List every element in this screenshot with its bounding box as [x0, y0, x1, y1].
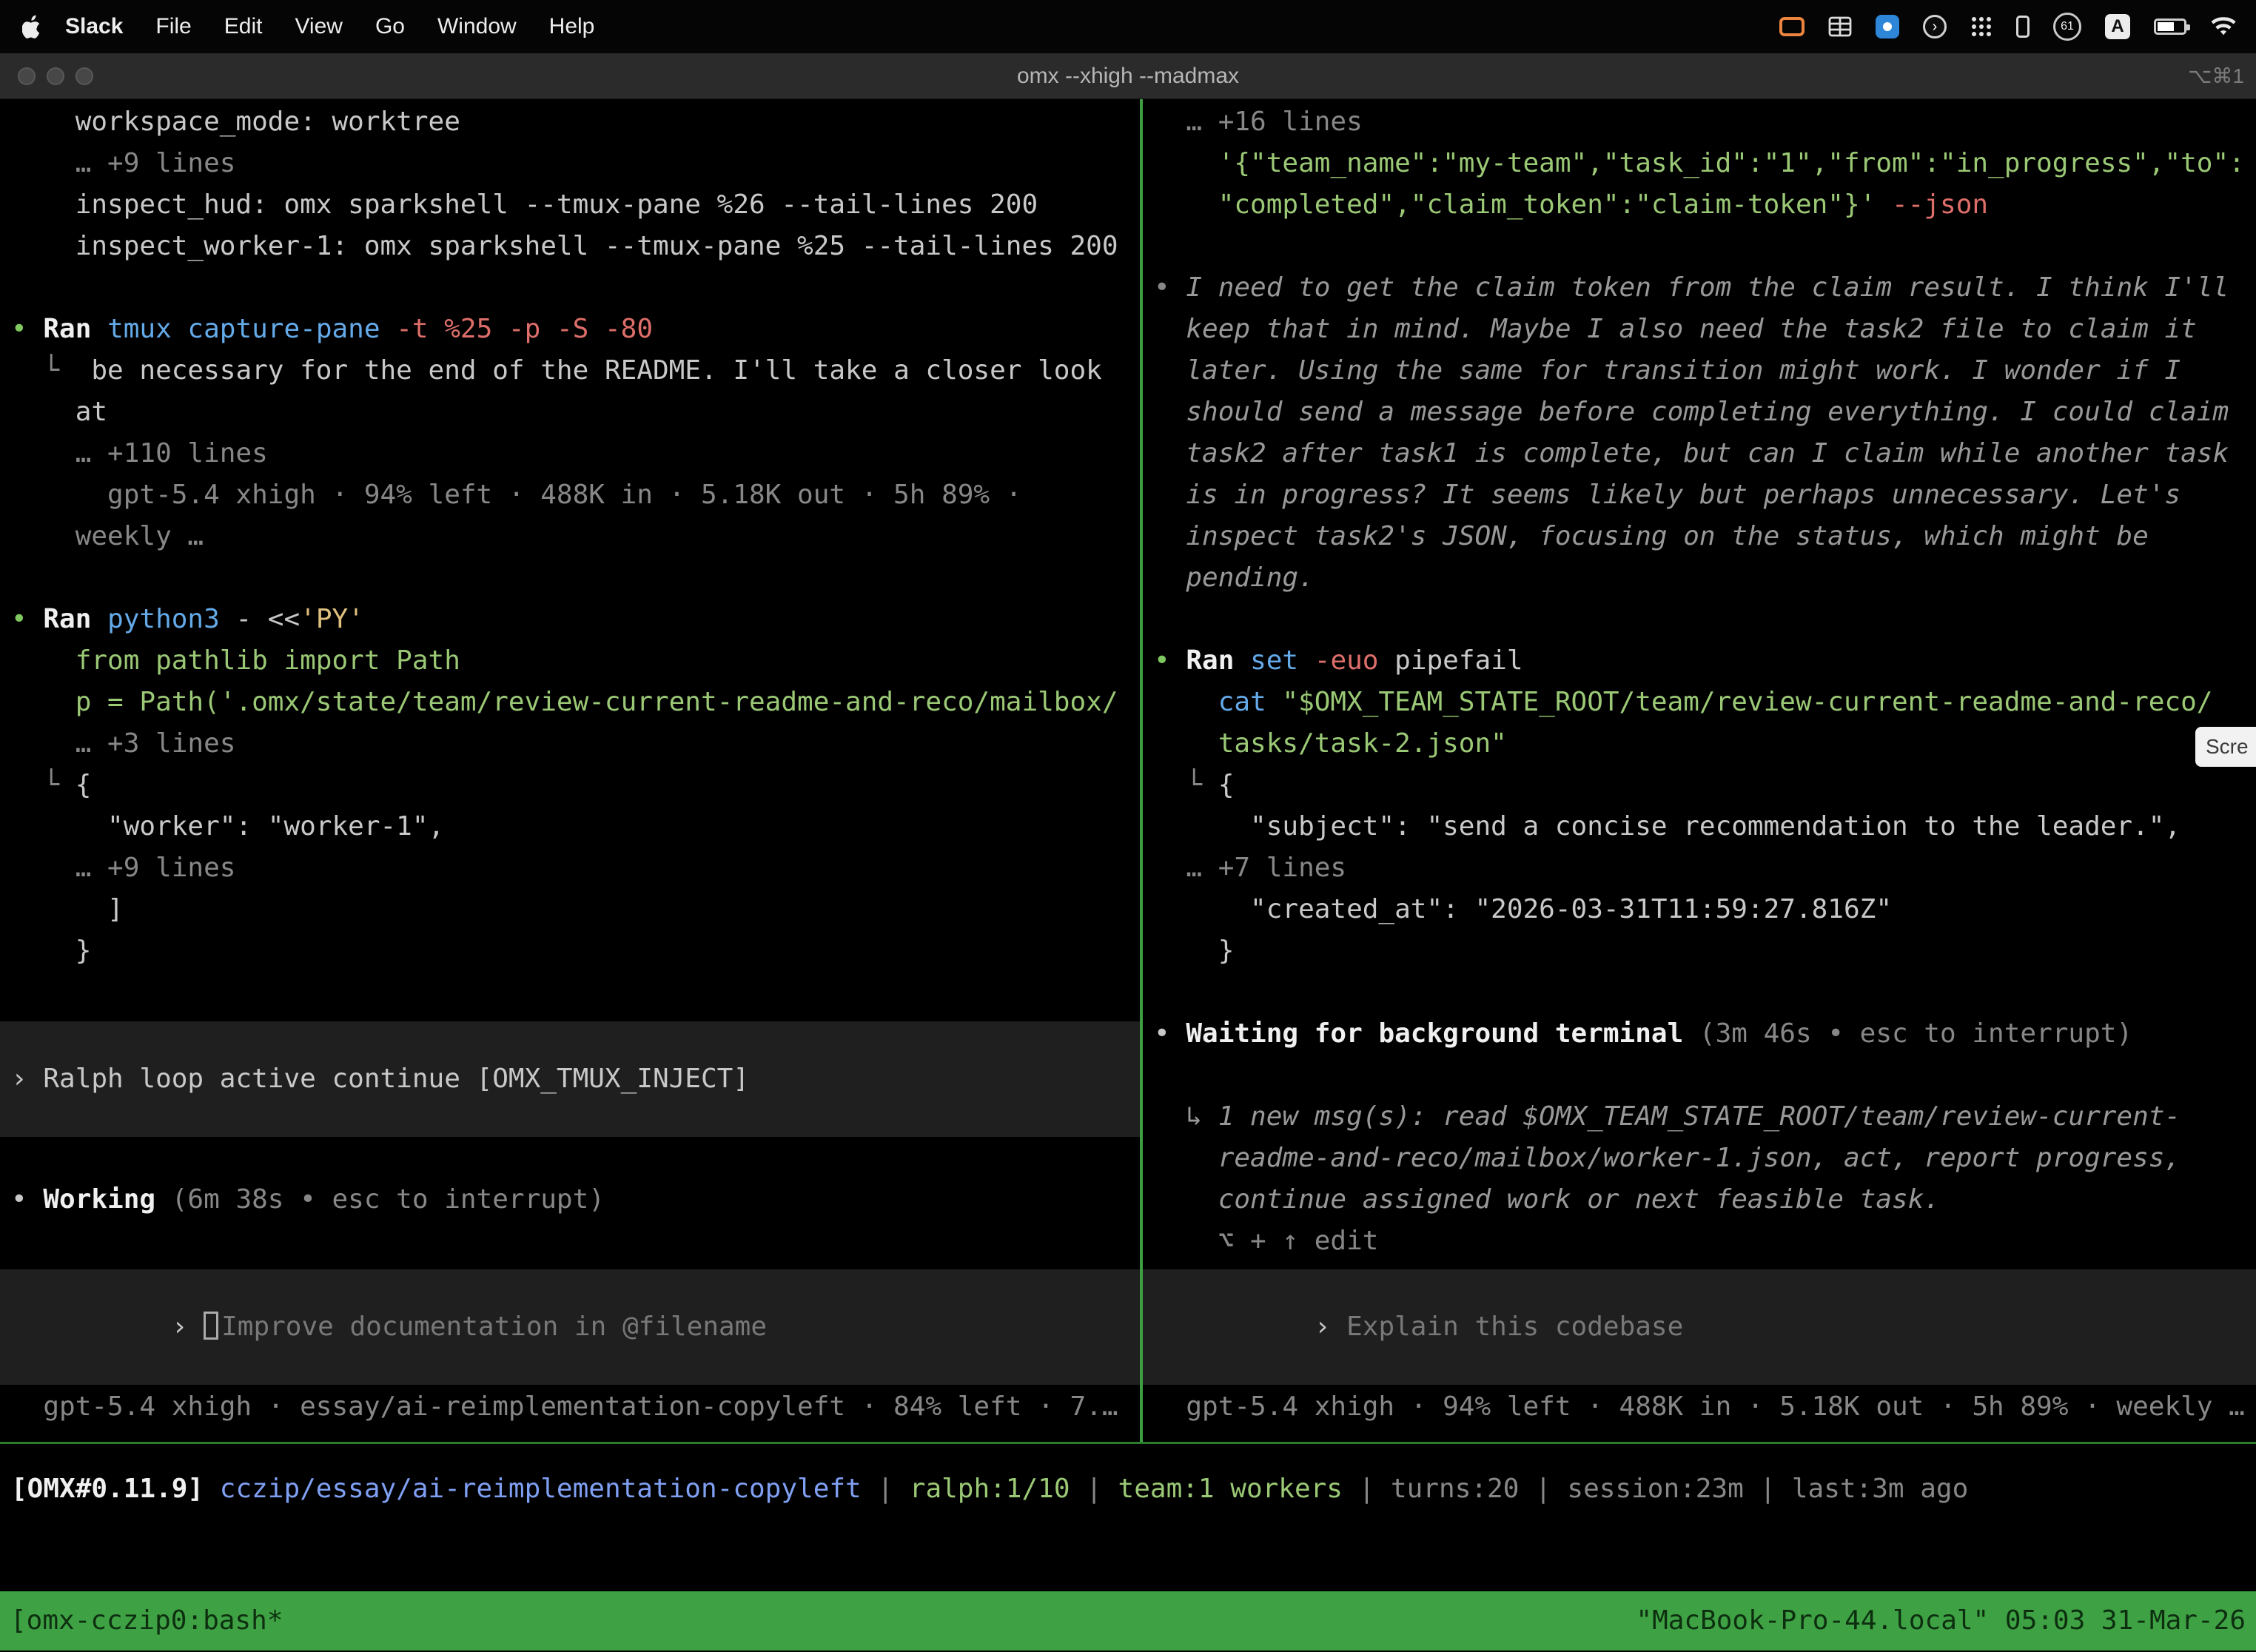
- window-title: omx --xhigh --madmax: [0, 64, 2256, 89]
- tmux-status-bar: [omx-cczip0:bash* "MacBook-Pro-44.local"…: [0, 1591, 2256, 1651]
- prompt-chevron-right: ›: [1315, 1312, 1346, 1342]
- text-cursor: [204, 1312, 218, 1340]
- menu-left: Slack File Edit View Go Window Help: [15, 14, 611, 39]
- window-title-bar: omx --xhigh --madmax ⌥⌘1: [0, 53, 2256, 99]
- terminal-output-right: … +16 lines '{"team_name":"my-team","tas…: [1143, 101, 2256, 1262]
- blue-app-icon[interactable]: [1876, 15, 1899, 38]
- menu-edit[interactable]: Edit: [208, 14, 279, 39]
- device-icon[interactable]: [2016, 16, 2030, 38]
- minimize-button[interactable]: [47, 67, 64, 85]
- menu-go[interactable]: Go: [359, 14, 421, 39]
- battery-gauge-icon[interactable]: 61: [2053, 13, 2081, 41]
- menu-help[interactable]: Help: [533, 14, 611, 39]
- screen-share-tooltip: Scre: [2195, 727, 2256, 767]
- prompt-input-right[interactable]: › Explain this codebase: [1143, 1269, 2256, 1385]
- tmux-host-clock: "MacBook-Pro-44.local" 05:03 31-Mar-26: [1636, 1591, 2246, 1651]
- model-status-right: gpt-5.4 xhigh · 94% left · 488K in · 5.1…: [1143, 1386, 2256, 1428]
- omx-status-line: [OMX#0.11.9] cczip/essay/ai-reimplementa…: [0, 1468, 2256, 1510]
- menu-view[interactable]: View: [278, 14, 358, 39]
- menu-window[interactable]: Window: [421, 14, 533, 39]
- desktop: Slack File Edit View Go Window Help › 61…: [0, 0, 2256, 1652]
- wifi-icon[interactable]: [2210, 16, 2237, 37]
- zoom-button[interactable]: [75, 67, 93, 85]
- inject-banner: › Ralph loop active continue [OMX_TMUX_I…: [0, 1021, 1140, 1137]
- close-button[interactable]: [18, 67, 36, 85]
- battery-icon[interactable]: [2154, 19, 2186, 35]
- input-source-letter: A: [2105, 14, 2130, 39]
- prompt-input-left[interactable]: › Improve documentation in @filename: [0, 1269, 1140, 1385]
- model-status-left: gpt-5.4 xhigh · essay/ai-reimplementatio…: [0, 1386, 1140, 1428]
- dark-app-icon[interactable]: ›: [1923, 15, 1947, 38]
- tmux-session-window[interactable]: [omx-cczip0:bash*: [10, 1591, 283, 1651]
- prompt-placeholder-left: Improve documentation in @filename: [221, 1312, 767, 1342]
- working-status-line: • Working (6m 38s • esc to interrupt): [0, 1179, 1140, 1220]
- left-terminal-pane[interactable]: workspace_mode: worktree … +9 lines insp…: [0, 99, 1140, 1442]
- battery-percent: 61: [2061, 20, 2074, 33]
- terminal-output-left: workspace_mode: worktree … +9 lines insp…: [0, 101, 1140, 972]
- menu-status-icons: › 61 A: [1779, 13, 2241, 41]
- screen-recording-icon[interactable]: [1779, 17, 1805, 36]
- right-terminal-pane[interactable]: … +16 lines '{"team_name":"my-team","tas…: [1143, 99, 2256, 1442]
- dots-grid-icon[interactable]: [1970, 16, 1993, 38]
- macos-menu-bar: Slack File Edit View Go Window Help › 61…: [0, 0, 2256, 53]
- window-controls: [0, 67, 104, 85]
- input-source-icon[interactable]: A: [2105, 14, 2130, 39]
- menu-file[interactable]: File: [139, 14, 207, 39]
- apple-menu-icon[interactable]: [15, 15, 52, 38]
- window-shortcut-hint: ⌥⌘1: [2188, 64, 2244, 88]
- prompt-suggestion-right: Explain this codebase: [1346, 1312, 1683, 1342]
- omx-footer: [OMX#0.11.9] cczip/essay/ai-reimplementa…: [0, 1444, 2256, 1591]
- prompt-chevron-left: ›: [172, 1312, 204, 1342]
- menu-app-name[interactable]: Slack: [52, 14, 139, 39]
- terminal-area: workspace_mode: worktree … +9 lines insp…: [0, 99, 2256, 1442]
- grid-table-icon[interactable]: [1828, 16, 1852, 37]
